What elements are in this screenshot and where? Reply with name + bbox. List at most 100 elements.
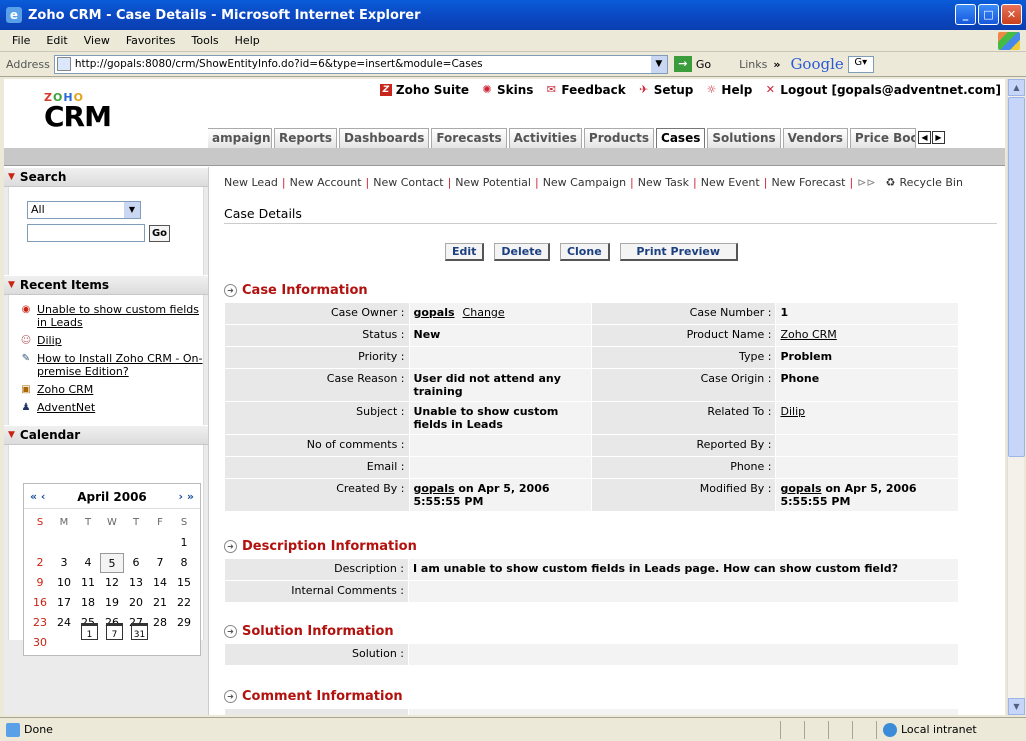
calendar-day[interactable]: 3: [52, 553, 76, 573]
search-go-button[interactable]: Go: [149, 225, 170, 242]
new-potential-link[interactable]: New Potential: [451, 176, 535, 189]
calendar-day[interactable]: 8: [172, 553, 196, 573]
vertical-scrollbar[interactable]: ▲ ▼: [1007, 79, 1025, 715]
created-by-link[interactable]: gopals: [414, 482, 455, 495]
calendar-day[interactable]: 17: [52, 593, 76, 613]
calendar-day[interactable]: 19: [100, 593, 124, 613]
new-forecast-link[interactable]: New Forecast: [767, 176, 849, 189]
more-links-icon[interactable]: ⊳⊳: [853, 176, 879, 189]
calendar-prev-button[interactable]: « ‹: [30, 490, 45, 504]
calendar-day[interactable]: 1: [172, 533, 196, 553]
day-view-icon[interactable]: 1: [81, 623, 98, 640]
tab-campaigns[interactable]: ampaigns: [208, 128, 272, 148]
menu-tools[interactable]: Tools: [184, 34, 227, 47]
maximize-button[interactable]: □: [978, 4, 999, 25]
edit-button[interactable]: Edit: [445, 243, 485, 261]
list-item[interactable]: ♟ AdventNet: [19, 401, 203, 414]
modified-by-link[interactable]: gopals: [780, 482, 821, 495]
zoho-crm-logo[interactable]: ZOHO CRM: [44, 91, 112, 131]
calendar-day[interactable]: 29: [172, 613, 196, 633]
new-lead-link[interactable]: New Lead: [220, 176, 282, 189]
change-owner-link[interactable]: Change: [463, 306, 505, 319]
links-label[interactable]: Links: [739, 58, 767, 71]
section-title[interactable]: ➜ Solution Information: [224, 622, 962, 640]
tab-reports[interactable]: Reports: [274, 128, 338, 148]
links-chevron-icon[interactable]: »: [773, 58, 780, 71]
calendar-day[interactable]: 13: [124, 573, 148, 593]
search-input[interactable]: [27, 224, 145, 242]
month-view-icon[interactable]: 31: [131, 623, 148, 640]
logout-link[interactable]: ✕ Logout [gopals@adventnet.com]: [764, 83, 1001, 97]
calendar-day[interactable]: 28: [148, 613, 172, 633]
calendar-next-button[interactable]: › »: [179, 490, 194, 504]
calendar-day[interactable]: 20: [124, 593, 148, 613]
list-item[interactable]: ☺ Dilip: [19, 334, 203, 347]
calendar-day[interactable]: 16: [28, 593, 52, 613]
skins-link[interactable]: ✺ Skins: [481, 83, 533, 97]
recent-items-header[interactable]: ▼ Recent Items: [4, 275, 208, 295]
tab-forecasts[interactable]: Forecasts: [431, 128, 507, 148]
zoho-suite-link[interactable]: Z Zoho Suite: [379, 83, 469, 97]
calendar-day[interactable]: 5: [100, 553, 124, 573]
print-preview-button[interactable]: Print Preview: [619, 243, 738, 261]
menu-favorites[interactable]: Favorites: [118, 34, 184, 47]
calendar-day[interactable]: 12: [100, 573, 124, 593]
menu-edit[interactable]: Edit: [38, 34, 75, 47]
google-search-box[interactable]: G▾: [847, 55, 874, 73]
calendar-day[interactable]: 4: [76, 553, 100, 573]
calendar-day[interactable]: 30: [28, 633, 52, 653]
scroll-up-icon[interactable]: ▲: [1008, 79, 1025, 96]
help-link[interactable]: ☼ Help: [705, 83, 752, 97]
tab-solutions[interactable]: Solutions: [707, 128, 781, 148]
section-title[interactable]: ➜ Description Information: [224, 537, 962, 555]
chevron-down-icon[interactable]: ▼: [650, 55, 667, 73]
address-url[interactable]: http://gopals:8080/crm/ShowEntityInfo.do…: [75, 58, 483, 70]
calendar-day[interactable]: 7: [148, 553, 172, 573]
calendar-day[interactable]: 24: [52, 613, 76, 633]
calendar-day[interactable]: 11: [76, 573, 100, 593]
search-module-select[interactable]: All ▼: [27, 201, 141, 219]
tab-activities[interactable]: Activities: [508, 128, 582, 148]
record-link[interactable]: Zoho CRM: [780, 328, 836, 341]
feedback-link[interactable]: ✉ Feedback: [545, 83, 626, 97]
list-item[interactable]: ▣ Zoho CRM: [19, 383, 203, 396]
menu-view[interactable]: View: [76, 34, 118, 47]
calendar-day[interactable]: 14: [148, 573, 172, 593]
menu-file[interactable]: File: [4, 34, 38, 47]
calendar-header[interactable]: ▼ Calendar: [4, 425, 208, 445]
tab-cases[interactable]: Cases: [656, 128, 706, 149]
calendar-day[interactable]: 2: [28, 553, 52, 573]
calendar-day[interactable]: 22: [172, 593, 196, 613]
tab-products[interactable]: Products: [583, 128, 655, 148]
calendar-day[interactable]: 21: [148, 593, 172, 613]
menu-help[interactable]: Help: [227, 34, 268, 47]
list-item[interactable]: ◉ Unable to show custom fields in Leads: [19, 303, 203, 329]
case-owner-link[interactable]: gopals: [414, 306, 455, 319]
new-account-link[interactable]: New Account: [286, 176, 366, 189]
search-section-header[interactable]: ▼ Search: [4, 167, 208, 187]
scroll-thumb[interactable]: [1008, 97, 1025, 457]
close-button[interactable]: ✕: [1001, 4, 1022, 25]
new-campaign-link[interactable]: New Campaign: [539, 176, 630, 189]
tab-dashboards[interactable]: Dashboards: [339, 128, 430, 148]
calendar-day[interactable]: 15: [172, 573, 196, 593]
section-title[interactable]: ➜ Comment Information: [224, 687, 962, 705]
tab-scroll-right-icon[interactable]: ▶: [931, 131, 945, 144]
calendar-day[interactable]: 9: [28, 573, 52, 593]
new-contact-link[interactable]: New Contact: [369, 176, 447, 189]
scroll-down-icon[interactable]: ▼: [1008, 698, 1025, 715]
tab-price-books[interactable]: Price Boo: [849, 128, 916, 148]
tab-scroll-left-icon[interactable]: ◀: [917, 131, 931, 144]
list-item[interactable]: ✎ How to Install Zoho CRM - On-premise Ed…: [19, 352, 203, 378]
week-view-icon[interactable]: 7: [106, 623, 123, 640]
minimize-button[interactable]: _: [955, 4, 976, 25]
address-field[interactable]: http://gopals:8080/crm/ShowEntityInfo.do…: [53, 54, 668, 74]
go-button[interactable]: → Go: [673, 56, 711, 72]
section-title[interactable]: ➜ Case Information: [224, 281, 962, 299]
setup-link[interactable]: ✈ Setup: [638, 83, 693, 97]
calendar-day[interactable]: 23: [28, 613, 52, 633]
record-link[interactable]: Dilip: [780, 405, 805, 418]
delete-button[interactable]: Delete: [494, 243, 550, 261]
clone-button[interactable]: Clone: [559, 243, 610, 261]
calendar-day[interactable]: 6: [124, 553, 148, 573]
